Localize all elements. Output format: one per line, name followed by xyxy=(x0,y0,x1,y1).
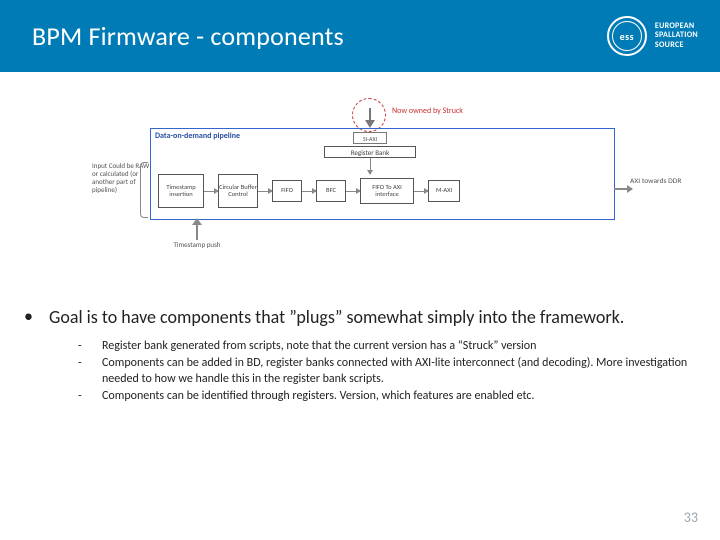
fifo-box: FIFO xyxy=(272,180,302,202)
pipeline-label: Data-on-demand pipeline xyxy=(155,131,240,141)
arrow-right-icon xyxy=(204,191,218,192)
timestamp-box: Timestamp insertion xyxy=(158,174,204,208)
dash-icon: - xyxy=(78,356,84,387)
circular-buffer-box: Circular Buffer Control xyxy=(218,174,258,208)
body-content: • Goal is to have components that ”plugs… xyxy=(24,306,696,407)
slide-header: BPM Firmware - components ess EUROPEAN S… xyxy=(0,0,720,72)
arrow-down-icon xyxy=(370,158,371,174)
goal-text: Goal is to have components that ”plugs” … xyxy=(49,306,624,329)
dash-icon: - xyxy=(78,389,84,405)
list-item: - Components can be added in BD, registe… xyxy=(78,356,696,387)
logo-line: SOURCE xyxy=(655,41,698,51)
dash-icon: - xyxy=(78,339,84,355)
arrow-right-icon xyxy=(346,191,360,192)
page-number: 33 xyxy=(684,509,698,526)
arrow-right-icon xyxy=(414,191,428,192)
page-title: BPM Firmware - components xyxy=(32,20,344,52)
arrow-up-icon xyxy=(192,216,202,240)
arrow-right-icon xyxy=(614,188,632,190)
register-bank-box: Register Bank xyxy=(324,146,416,158)
brace-icon xyxy=(140,162,148,218)
axi-out-label: AXI towards DDR xyxy=(630,178,684,187)
list-item: - Components can be identified through r… xyxy=(78,389,696,405)
maxi-box: M-AXI xyxy=(428,180,460,202)
arrow-right-icon xyxy=(258,191,272,192)
sub-list: - Register bank generated from scripts, … xyxy=(78,339,696,405)
list-item: - Register bank generated from scripts, … xyxy=(78,339,696,355)
annotation-text: Now owned by Struck xyxy=(392,106,463,116)
logo-icon: ess xyxy=(607,16,647,56)
bullet-row: • Goal is to have components that ”plugs… xyxy=(24,306,696,329)
pipeline-row: Timestamp insertion Circular Buffer Cont… xyxy=(158,174,680,208)
slaxi-box: SI-AXI xyxy=(353,132,387,144)
sub-text: Components can be identified through reg… xyxy=(102,389,534,405)
org-logo: ess EUROPEAN SPALLATION SOURCE xyxy=(607,16,698,56)
bfc-box: BFC xyxy=(316,180,346,202)
arrow-down-icon xyxy=(365,108,375,130)
fifo-axi-box: FIFO To AXI interface xyxy=(360,178,414,204)
sub-text: Register bank generated from scripts, no… xyxy=(102,339,536,355)
arrow-right-icon xyxy=(302,191,316,192)
logo-text: EUROPEAN SPALLATION SOURCE xyxy=(655,22,698,51)
diagram: Now owned by Struck Data-on-demand pipel… xyxy=(0,90,720,290)
sub-text: Components can be added in BD, register … xyxy=(102,356,696,387)
timestamp-push-label: Timestamp push xyxy=(172,240,222,249)
bullet-icon: • xyxy=(24,306,33,329)
